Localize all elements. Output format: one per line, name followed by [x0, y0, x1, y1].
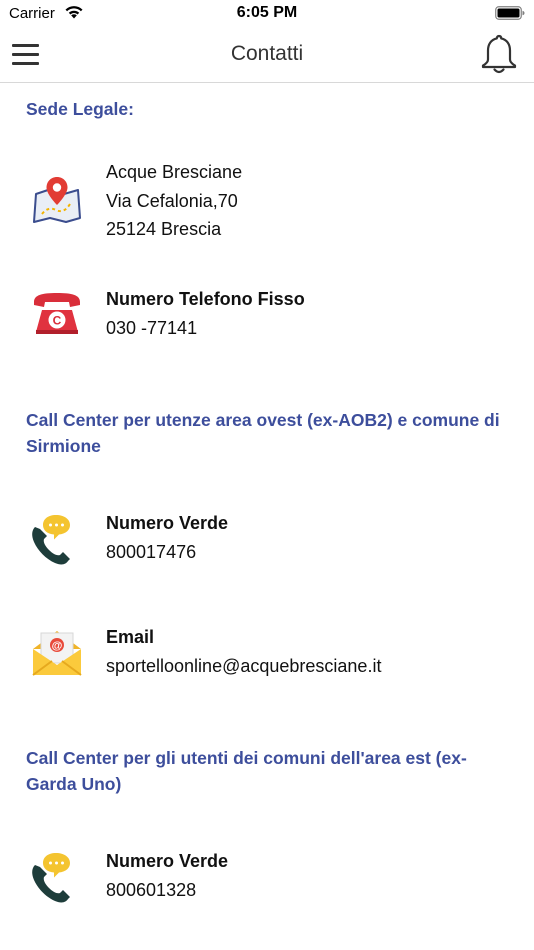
numero-verde-label: Numero Verde — [106, 851, 229, 871]
section-title-sede-legale: Sede Legale: — [26, 99, 134, 119]
email-block: Email sportelloonline@acquebresciane.it — [106, 623, 526, 680]
page-title: Contatti — [230, 42, 304, 65]
landline-label: Numero Telefono Fisso — [106, 289, 305, 309]
landline-block: Numero Telefono Fisso 030 -77141 — [106, 285, 526, 342]
numero-verde-est-number[interactable]: 800601328 — [106, 876, 526, 905]
address-line-city: 25124 Brescia — [106, 219, 222, 239]
status-time: 6:05 PM — [236, 4, 298, 21]
status-bar: Carrier 6:05 PM — [0, 0, 534, 28]
navigation-bar: Contatti — [0, 28, 534, 83]
phone-chat-icon[interactable] — [28, 511, 86, 569]
map-pin-icon — [28, 172, 86, 230]
numero-verde-ovest-number[interactable]: 800017476 — [106, 538, 526, 567]
email-label: Email — [106, 627, 155, 647]
numero-verde-label: Numero Verde — [106, 513, 229, 533]
section-title-call-center-ovest: Call Center per utenze area ovest (ex-AO… — [26, 410, 500, 456]
address-line-street: Via Cefalonia,70 — [106, 190, 238, 211]
numero-verde-ovest-block: Numero Verde 800017476 — [106, 509, 526, 566]
email-address[interactable]: sportelloonline@acquebresciane.it — [106, 652, 526, 681]
email-icon[interactable]: @ — [28, 625, 86, 683]
notifications-button[interactable] — [478, 32, 520, 81]
battery-icon — [495, 6, 525, 25]
svg-text:C: C — [53, 314, 62, 328]
address-line-company: Acque Bresciane — [106, 162, 243, 182]
numero-verde-est-block: Numero Verde 800601328 — [106, 847, 526, 904]
svg-text:@: @ — [52, 640, 63, 652]
bell-icon — [481, 34, 517, 74]
address-block: Acque Bresciane Via Cefalonia,70 25124 B… — [106, 158, 526, 244]
telephone-icon[interactable]: C — [28, 284, 86, 342]
landline-number[interactable]: 030 -77141 — [106, 314, 526, 343]
phone-chat-icon[interactable] — [28, 849, 86, 907]
section-title-call-center-est: Call Center per gli utenti dei comuni de… — [26, 748, 467, 794]
